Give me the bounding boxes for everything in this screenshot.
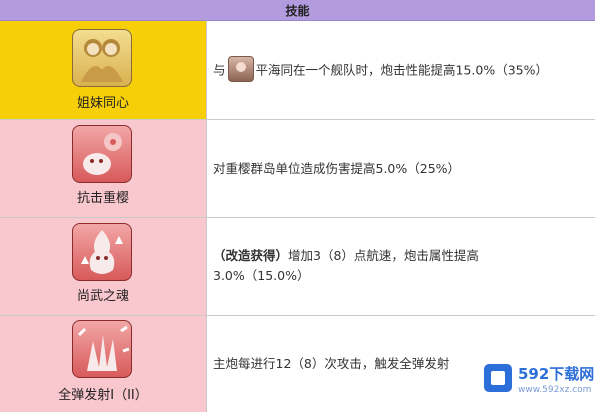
skill-icon-cell: 抗击重樱 <box>0 120 207 217</box>
skill-row-3: 尚武之魂 （改造获得）增加3（8）点航速，炮击属性提高 3.0%（15.0%） <box>0 218 595 316</box>
desc-line-1: 增加3（8）点航速，炮击属性提高 <box>288 248 479 263</box>
cherry-blossom-creature-icon <box>72 125 132 183</box>
character-avatar-icon <box>227 56 254 82</box>
skill-name: 抗击重樱 <box>76 191 129 206</box>
desc-tag: （改造获得） <box>213 248 289 263</box>
skill-icon-cell: 全弹发射I（II） <box>0 316 207 412</box>
table-header: 技能 <box>0 0 595 21</box>
full-barrage-hand-icon <box>72 320 132 378</box>
desc-text: 平海同在一个舰队时，炮击性能提高15.0%（35%） <box>255 62 549 78</box>
skill-name: 尚武之魂 <box>76 289 129 304</box>
watermark-url: www.592xz.com <box>518 385 592 395</box>
skill-desc-cell: 与 平海同在一个舰队时，炮击性能提高15.0%（35%） <box>207 21 595 119</box>
skill-description: （改造获得）增加3（8）点航速，炮击属性提高 3.0%（15.0%） <box>213 246 479 286</box>
desc-line-2: 3.0%（15.0%） <box>213 268 310 283</box>
spirit-flame-icon <box>72 223 132 281</box>
skill-desc-cell: （改造获得）增加3（8）点航速，炮击属性提高 3.0%（15.0%） <box>207 218 595 315</box>
skill-icon-cell: 姐妹同心 <box>0 21 207 119</box>
site-watermark: 592下载网 www.592xz.com <box>478 355 595 412</box>
skill-name: 全弹发射I（II） <box>58 388 148 403</box>
desc-prefix: 与 <box>213 62 226 78</box>
skill-description: 与 平海同在一个舰队时，炮击性能提高15.0%（35%） <box>213 56 549 84</box>
watermark-title: 592下载网 <box>518 365 595 383</box>
skill-description: 对重樱群岛单位造成伤害提高5.0%（25%） <box>213 161 461 176</box>
site-logo-icon <box>484 364 512 392</box>
header-title: 技能 <box>285 4 310 18</box>
sisters-portrait-icon <box>72 29 132 87</box>
skill-description: 主炮每进行12（8）次攻击，触发全弹发射 <box>213 356 450 371</box>
skill-icon-cell: 尚武之魂 <box>0 218 207 315</box>
skill-name: 姐妹同心 <box>76 96 129 111</box>
skill-desc-cell: 对重樱群岛单位造成伤害提高5.0%（25%） <box>207 120 595 217</box>
skill-row-1: 姐妹同心 与 平海同在一个舰队时，炮击性能提高15.0%（35%） <box>0 21 595 120</box>
skill-row-2: 抗击重樱 对重樱群岛单位造成伤害提高5.0%（25%） <box>0 120 595 218</box>
